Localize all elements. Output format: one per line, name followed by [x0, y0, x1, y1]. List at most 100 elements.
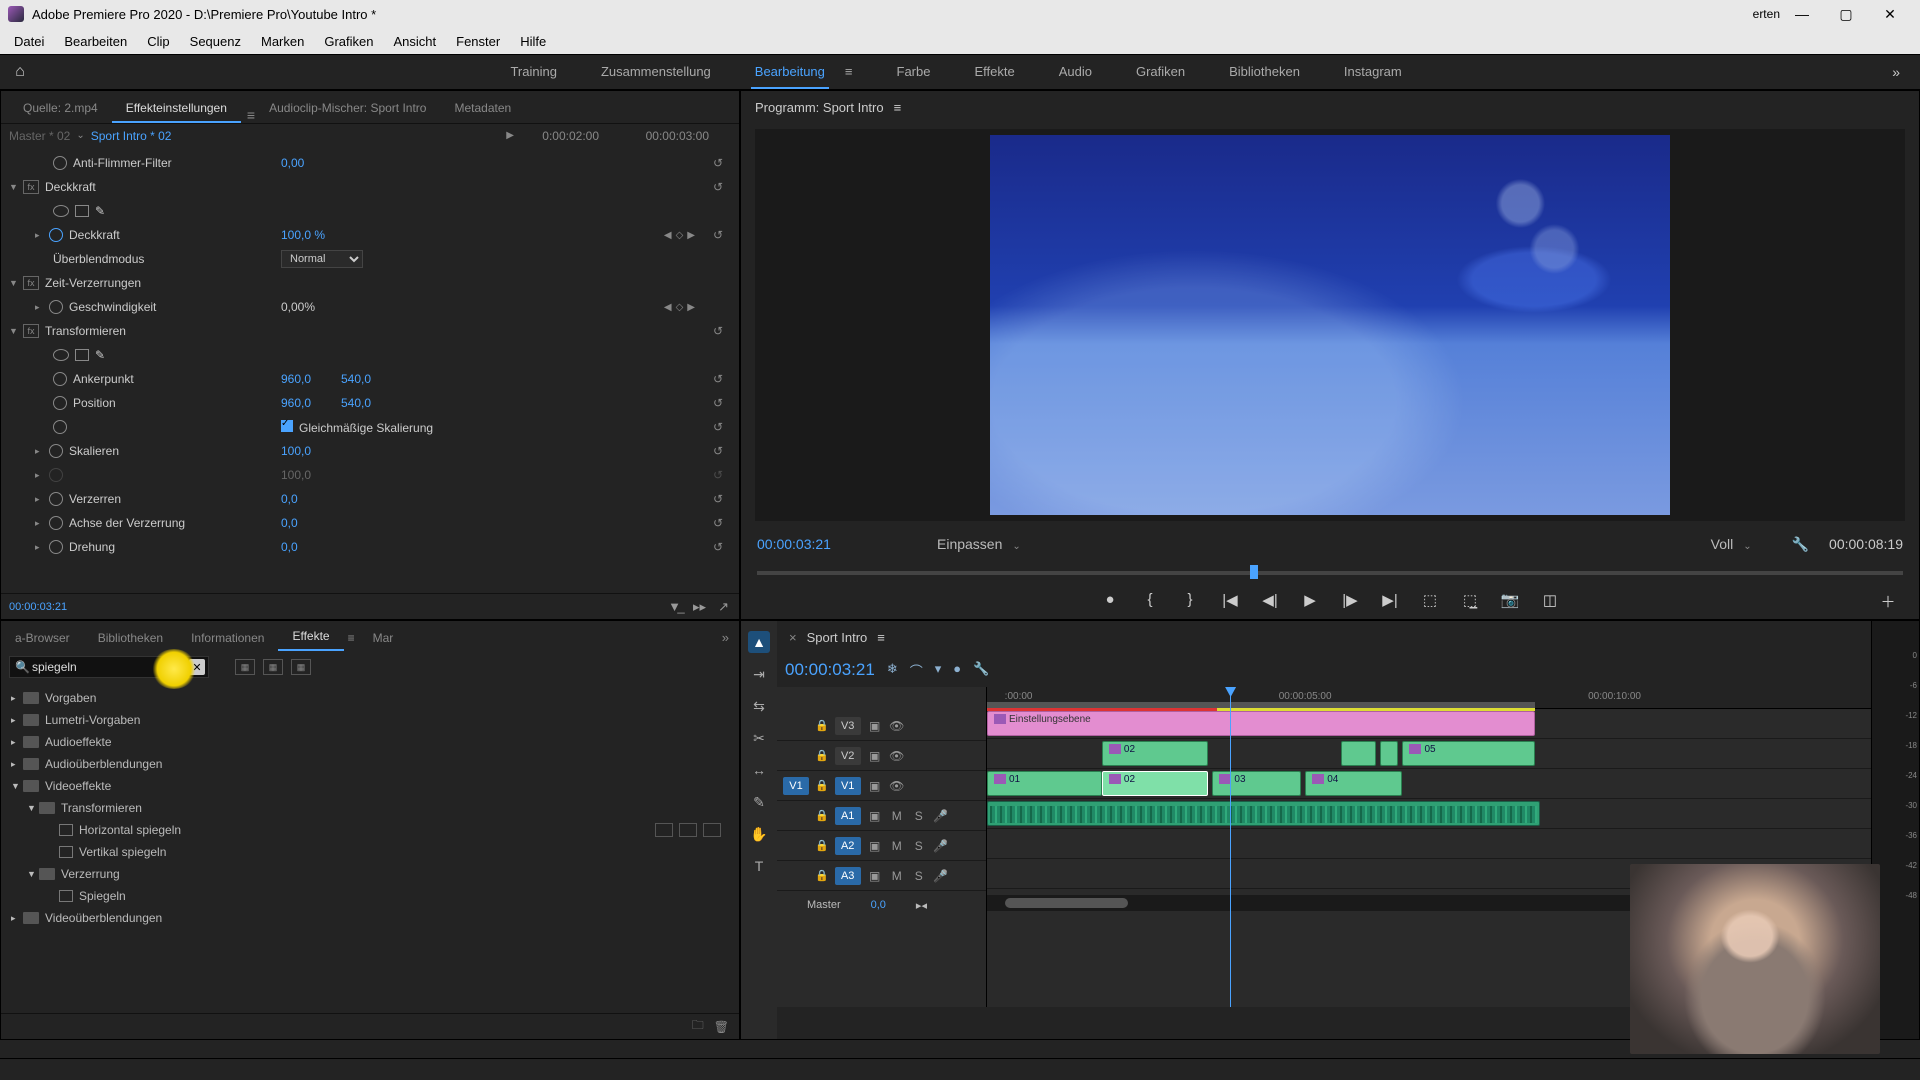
add-marker-button[interactable]: ●	[1099, 591, 1121, 609]
tab-metadaten[interactable]: Metadaten	[440, 95, 525, 123]
track-v3[interactable]: Einstellungsebene	[987, 709, 1871, 739]
home-icon[interactable]: ⌂	[0, 63, 40, 81]
stopwatch-icon[interactable]	[49, 228, 63, 242]
type-tool[interactable]: T	[748, 855, 770, 877]
reset-icon[interactable]: ↺	[713, 324, 723, 338]
mask-pen-icon[interactable]: ✎	[95, 348, 105, 362]
wrench-icon[interactable]: 🔧	[973, 661, 989, 680]
clip-02-selected[interactable]: 02	[1102, 771, 1208, 796]
timeline-playhead[interactable]	[1230, 687, 1231, 1007]
reset-icon[interactable]: ↺	[713, 516, 723, 530]
step-forward-button[interactable]: |▶	[1339, 591, 1361, 609]
row-transform-header[interactable]: ▼fx Transformieren ↺	[1, 319, 739, 343]
stopwatch-icon[interactable]	[53, 372, 67, 386]
program-scrubber[interactable]	[757, 561, 1903, 583]
eye-icon[interactable]: 👁	[889, 749, 905, 763]
clip-v2-seg[interactable]	[1341, 741, 1376, 766]
uniform-scale-checkbox[interactable]	[281, 420, 293, 432]
track-head-v3[interactable]: 🔒 V3 ▣ 👁	[777, 711, 986, 741]
tab-bibliotheken[interactable]: Bibliotheken	[84, 625, 177, 651]
program-preview[interactable]	[755, 129, 1905, 521]
selection-tool[interactable]: ▲	[748, 631, 770, 653]
clip-v2-seg2[interactable]	[1380, 741, 1398, 766]
track-a2[interactable]	[987, 829, 1871, 859]
expand-icon[interactable]: ▸◂	[916, 899, 927, 912]
clip-v2-02[interactable]: 02	[1102, 741, 1208, 766]
workspace-zusammenstellung[interactable]: Zusammenstellung	[597, 56, 715, 89]
eye-icon[interactable]: 👁	[889, 719, 905, 733]
panel-menu-icon[interactable]: ≡	[877, 630, 885, 645]
settings-icon[interactable]: 🔧	[1792, 536, 1809, 553]
workspace-training[interactable]: Training	[506, 56, 560, 89]
button-editor-icon[interactable]: ＋	[1877, 591, 1899, 612]
close-window-button[interactable]: ✕	[1868, 0, 1912, 28]
tab-audioclip-mischer[interactable]: Audioclip-Mischer: Sport Intro	[255, 95, 440, 123]
track-head-a2[interactable]: 🔒 A2 ▣MS🎤	[777, 831, 986, 861]
delete-icon[interactable]: 🗑	[714, 1020, 729, 1034]
clip-04[interactable]: 04	[1305, 771, 1402, 796]
panel-menu-icon[interactable]: ≡	[894, 100, 902, 115]
menu-clip[interactable]: Clip	[137, 30, 179, 53]
playhead-handle[interactable]	[1250, 565, 1258, 579]
chevron-down-icon[interactable]: ⌄	[76, 130, 84, 141]
breadcrumb-clip[interactable]: Sport Intro * 02	[91, 129, 172, 143]
workspace-farbe[interactable]: Farbe	[893, 56, 935, 89]
mask-pen-icon[interactable]: ✎	[95, 204, 105, 218]
mark-in-button[interactable]: {	[1139, 591, 1161, 609]
timeline-ruler[interactable]: :00:00 00:00:05:00 00:00:10:00	[987, 687, 1871, 709]
tab-effekte[interactable]: Effekte	[278, 623, 343, 651]
workspace-instagram[interactable]: Instagram	[1340, 56, 1406, 89]
go-to-out-button[interactable]: ▶|	[1379, 591, 1401, 609]
stopwatch-icon[interactable]	[49, 540, 63, 554]
comparison-view-button[interactable]: ◫	[1539, 591, 1561, 609]
menu-marken[interactable]: Marken	[251, 30, 314, 53]
clear-search-button[interactable]: ✕	[189, 659, 205, 675]
breadcrumb-master[interactable]: Master * 02	[9, 129, 70, 143]
stopwatch-icon[interactable]	[49, 444, 63, 458]
effect-folder[interactable]: ▼Videoeffekte	[1, 775, 739, 797]
32bit-filter-icon[interactable]: ▦	[263, 659, 283, 675]
menu-ansicht[interactable]: Ansicht	[383, 30, 446, 53]
clip-adjustment-layer[interactable]: Einstellungsebene	[987, 711, 1535, 736]
effect-folder[interactable]: ▸Lumetri-Vorgaben	[1, 709, 739, 731]
row-deckkraft-header[interactable]: ▼fx Deckkraft ↺	[1, 175, 739, 199]
reset-icon[interactable]: ↺	[713, 156, 723, 170]
menu-hilfe[interactable]: Hilfe	[510, 30, 556, 53]
ec-footer-timecode[interactable]: 00:00:03:21	[9, 601, 67, 613]
workspace-audio[interactable]: Audio	[1055, 56, 1096, 89]
next-keyframe-icon[interactable]: ▶	[687, 230, 695, 241]
reset-icon[interactable]: ↺	[713, 180, 723, 194]
panel-menu-icon[interactable]: ≡	[247, 107, 255, 123]
lock-icon[interactable]: 🔒	[815, 749, 829, 762]
lock-icon[interactable]: 🔒	[815, 779, 829, 792]
effect-folder[interactable]: ▼Verzerrung	[1, 863, 739, 885]
program-timecode-current[interactable]: 00:00:03:21	[757, 536, 937, 552]
blendmode-select[interactable]: Normal	[281, 250, 363, 268]
mask-rect-icon[interactable]	[75, 349, 89, 361]
tab-media-browser[interactable]: a-Browser	[1, 625, 84, 651]
effects-search-input[interactable]	[9, 656, 209, 678]
tab-marken[interactable]: Mar	[359, 625, 408, 651]
prev-keyframe-icon[interactable]: ◀	[664, 230, 672, 241]
lock-icon[interactable]: 🔒	[815, 809, 829, 822]
linked-selection-icon[interactable]: ⌒	[910, 661, 923, 680]
reset-icon[interactable]: ↺	[713, 228, 723, 242]
reset-icon[interactable]: ↺	[713, 540, 723, 554]
mark-out-button[interactable]: }	[1179, 591, 1201, 609]
clip-03[interactable]: 03	[1212, 771, 1300, 796]
track-v1[interactable]: 01 02 03 04	[987, 769, 1871, 799]
stopwatch-icon[interactable]	[49, 300, 63, 314]
filter-icon[interactable]: ▼̲	[668, 599, 681, 615]
panel-menu-icon[interactable]: ≡	[344, 625, 359, 651]
reset-icon[interactable]: ↺	[713, 420, 723, 434]
track-head-v2[interactable]: 🔒 V2 ▣👁	[777, 741, 986, 771]
effect-folder[interactable]: ▸Audioeffekte	[1, 731, 739, 753]
accelerated-filter-icon[interactable]: ▦	[235, 659, 255, 675]
add-keyframe-icon[interactable]: ◇	[676, 230, 684, 241]
source-v1[interactable]: V1	[783, 777, 809, 795]
effect-folder[interactable]: ▸Audioüberblendungen	[1, 753, 739, 775]
menu-fenster[interactable]: Fenster	[446, 30, 510, 53]
resolution-select[interactable]: Voll⌄	[1711, 536, 1752, 552]
mic-icon[interactable]: 🎤	[933, 809, 949, 823]
clip-audio-a1[interactable]	[987, 801, 1540, 826]
